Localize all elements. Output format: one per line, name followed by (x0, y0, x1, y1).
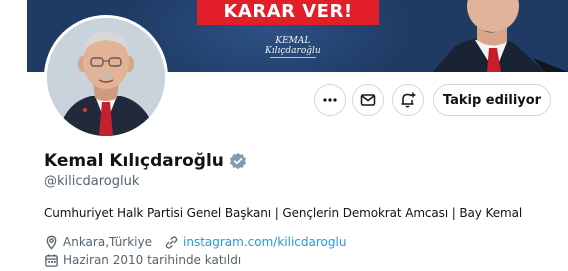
more-options-button[interactable] (314, 84, 346, 116)
notifications-button[interactable] (392, 84, 424, 116)
name-row: Kemal Kılıçdaroğlu (44, 150, 247, 172)
signature-underline (269, 57, 316, 58)
profile-meta-row: Ankara,Türkiye instagram.com/kilicdarogl… (44, 234, 346, 250)
profile-joined-row: Haziran 2010 tarihinde katıldı (44, 252, 241, 268)
bell-plus-icon (401, 92, 416, 108)
link-icon (165, 235, 178, 249)
user-handle: @kilicdarogluk (44, 174, 140, 189)
location-pin-icon (46, 235, 57, 250)
profile-joined-date: Haziran 2010 tarihinde katıldı (63, 253, 242, 267)
display-name: Kemal Kılıçdaroğlu (44, 151, 224, 171)
avatar[interactable] (44, 15, 168, 139)
message-button[interactable] (352, 84, 384, 116)
banner-signature-first: KEMAL (275, 36, 311, 46)
profile-bio: Cumhuriyet Halk Partisi Genel Başkanı | … (44, 206, 523, 220)
profile-location: Ankara,Türkiye (63, 235, 152, 249)
following-button[interactable]: Takip ediliyor (433, 84, 551, 116)
envelope-icon (360, 94, 376, 106)
calendar-icon (45, 253, 58, 267)
verified-badge-icon[interactable] (229, 152, 247, 170)
ellipsis-icon (323, 98, 337, 102)
banner-portrait (433, 0, 568, 72)
banner-slogan: KARAR VER! (223, 1, 353, 22)
profile-website-link[interactable]: instagram.com/kilicdaroglu (183, 235, 346, 249)
profile-photo-icon (47, 18, 165, 136)
banner-signature: KEMAL Kılıçdaroğlu (265, 36, 321, 58)
profile-page: KARAR VER! KEMAL Kılıçdaroğlu Takip edil… (0, 0, 568, 271)
banner-signature-last: Kılıçdaroğlu (265, 46, 321, 56)
